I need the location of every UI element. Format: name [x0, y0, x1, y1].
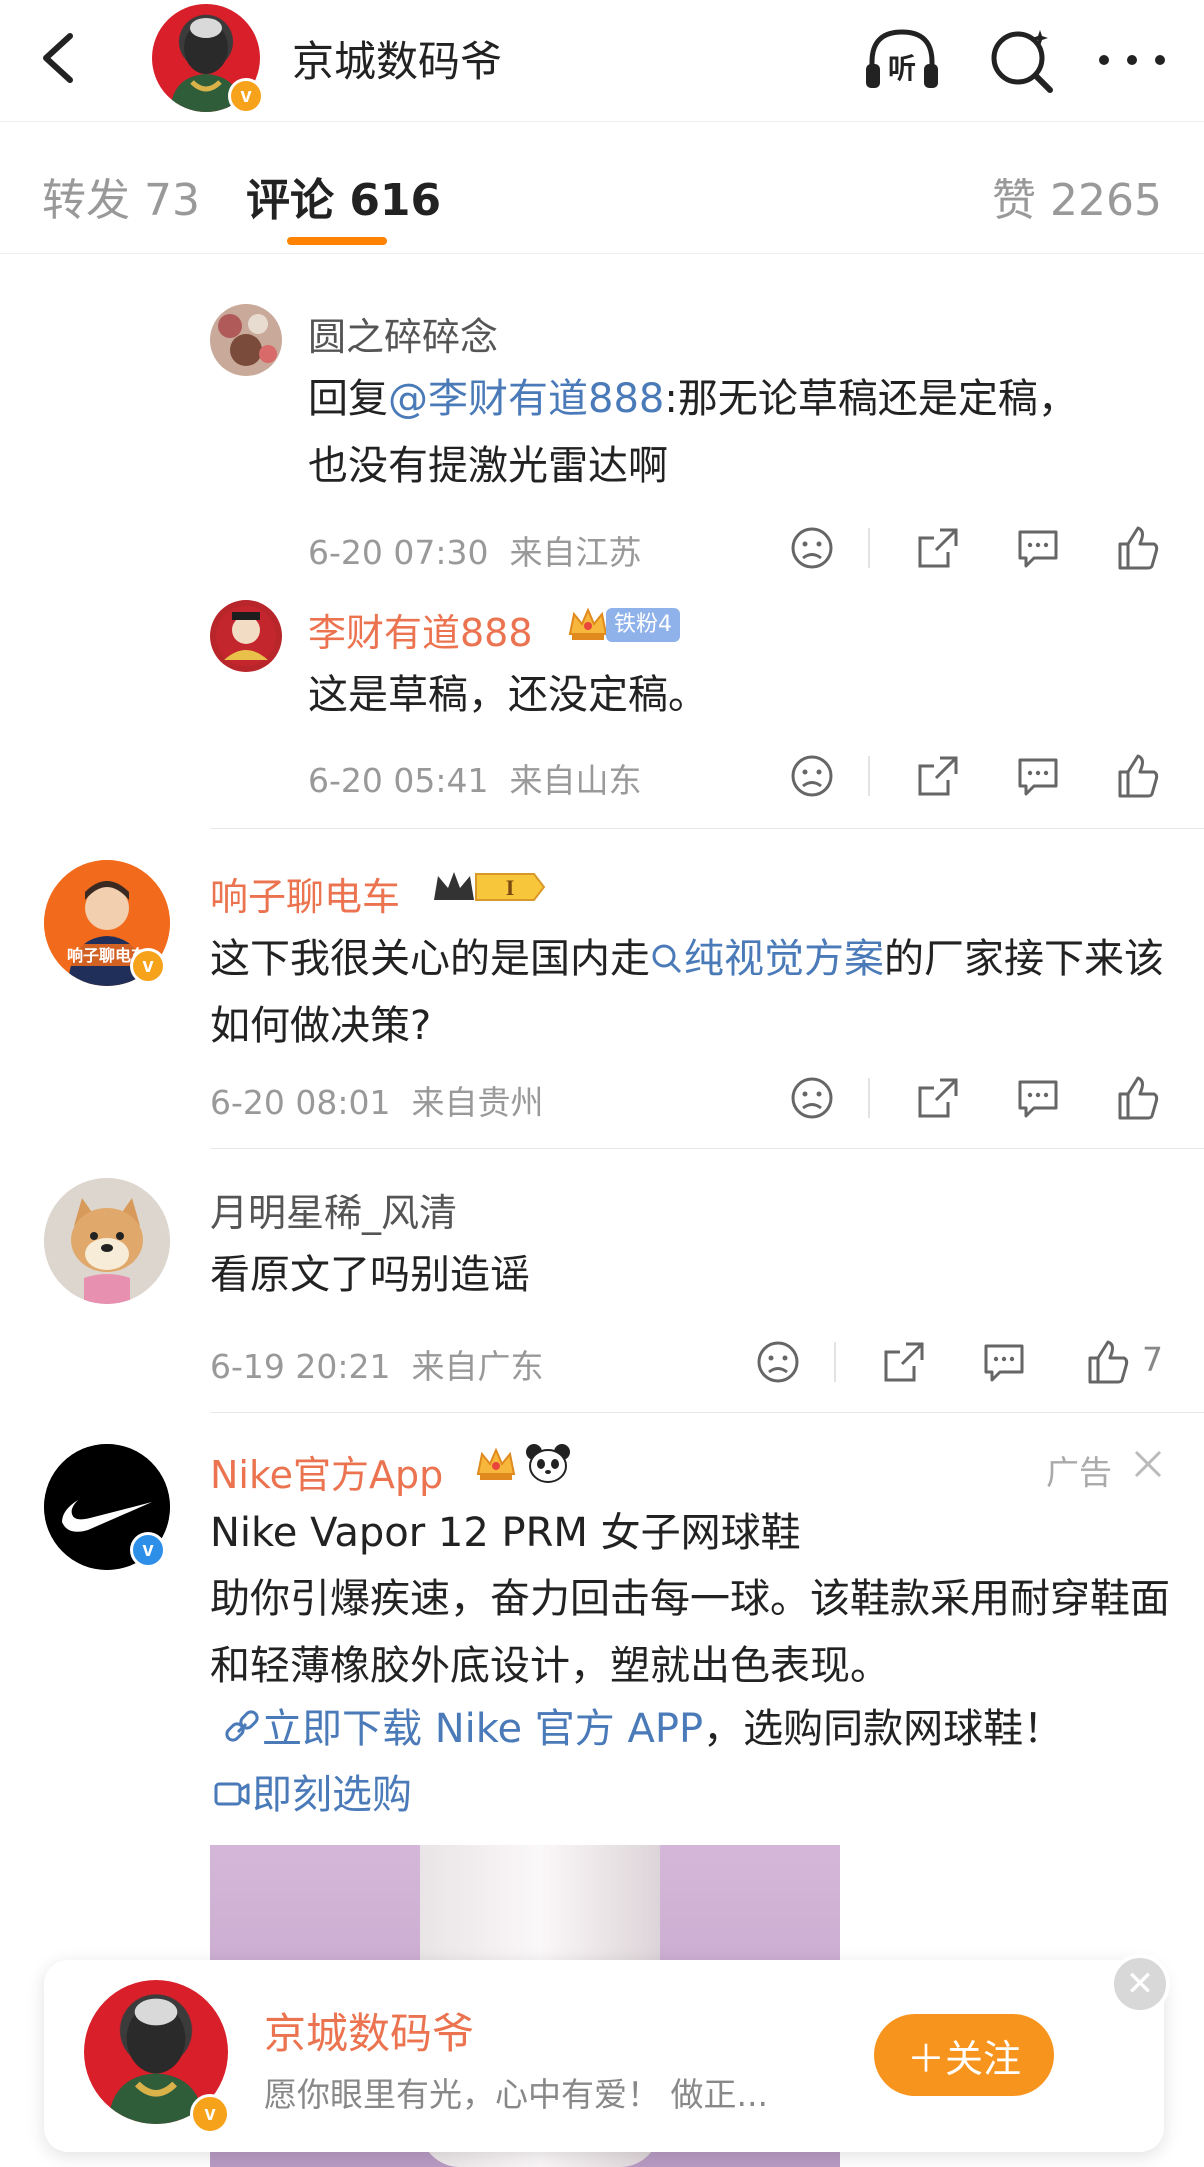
shop-now-label: 即刻选购 [252, 1772, 412, 1818]
verified-badge-icon: v [130, 948, 166, 984]
avatar[interactable] [44, 1178, 170, 1304]
divider [868, 1078, 870, 1118]
comment-username[interactable]: 月明星稀_风清 [210, 1182, 457, 1237]
back-arrow-icon[interactable] [32, 28, 86, 88]
search-icon [652, 944, 682, 974]
like-icon[interactable] [1112, 750, 1164, 802]
divider [868, 756, 870, 796]
reply-prefix: 回复 [308, 376, 388, 422]
like-count: 7 [1142, 1340, 1163, 1379]
search-icon[interactable] [980, 20, 1064, 100]
location: 来自贵州 [411, 1083, 544, 1122]
comment-icon[interactable] [1012, 750, 1064, 802]
location: 来自山东 [509, 761, 642, 800]
share-icon[interactable] [912, 750, 964, 802]
tab-reposts[interactable]: 转发 73 [42, 164, 200, 228]
action-bar: 7 [746, 1336, 1186, 1396]
timestamp: 6-20 07:30 [308, 533, 489, 572]
crown-icon [568, 607, 608, 640]
comment-text: 看原文了吗别造谣 [210, 1252, 530, 1298]
member-level-label: I [506, 875, 515, 900]
topic-link[interactable]: 纯视觉方案 [650, 936, 884, 982]
comment-text: 这下我很关心的是国内走 纯视觉方案的厂家接下来该如何做决策? [210, 926, 1170, 1060]
listen-label: 听 [888, 52, 916, 85]
verified-badge-icon: v [228, 78, 264, 114]
ad-link-line: 立即下载 Nike 官方 APP，选购同款网球鞋！ [222, 1696, 1182, 1763]
close-icon[interactable]: ✕ [1110, 1954, 1170, 2014]
location: 来自广东 [411, 1347, 544, 1386]
ad-username[interactable]: Nike官方App [210, 1444, 443, 1499]
action-bar [780, 750, 1180, 810]
comment-username[interactable]: 响子聊电车 [210, 866, 400, 921]
like-icon[interactable] [1112, 1072, 1164, 1124]
share-icon[interactable] [912, 522, 964, 574]
timestamp: 6-19 20:21 [210, 1347, 391, 1386]
reply-text: 回复@李财有道888:那无论草稿还是定稿，也没有提激光雷达啊 [308, 366, 1108, 500]
crown-icon [476, 1447, 516, 1480]
comment-meta: 6-19 20:21 来自广东 [210, 1340, 543, 1388]
dislike-icon[interactable] [752, 1336, 804, 1388]
download-link-label: 立即下载 Nike 官方 APP [262, 1706, 704, 1752]
tab-likes[interactable]: 赞 2265 [992, 164, 1162, 228]
ad-title: Nike Vapor 12 PRM 女子网球鞋 [210, 1510, 801, 1556]
follow-card: v 京城数码爷 愿你眼里有光，心中有爱！ 做正... ＋关注 ✕ [44, 1954, 1170, 2152]
follow-card-bio: 愿你眼里有光，心中有爱！ 做正... [264, 2075, 768, 2114]
more-options-icon[interactable] [1090, 20, 1174, 100]
header-title: 京城数码爷 [292, 37, 503, 86]
ad-body: 助你引爆疾速，奋力回击每一球。该鞋款采用耐穿鞋面和轻薄橡胶外底设计，塑就出色表现… [210, 1576, 1170, 1689]
panda-icon [526, 1444, 570, 1483]
comment-meta: 6-20 08:01 来自贵州 [210, 1076, 543, 1124]
action-bar [780, 1072, 1180, 1132]
location: 来自江苏 [509, 533, 642, 572]
reply-meta: 6-20 05:41 来自山东 [308, 754, 641, 802]
comment-icon[interactable] [1012, 522, 1064, 574]
ad-link-suffix: ，选购同款网球鞋！ [703, 1706, 1064, 1752]
share-icon[interactable] [912, 1072, 964, 1124]
avatar[interactable] [210, 600, 282, 672]
like-icon[interactable] [1082, 1336, 1134, 1388]
top-bar: v 京城数码爷 听 [0, 0, 1204, 122]
ad-tag: 广告 [1046, 1453, 1112, 1492]
reply-username[interactable]: 圆之碎碎念 [308, 306, 498, 361]
fan-level-badge: 铁粉4 [606, 608, 680, 642]
follow-card-name[interactable]: 京城数码爷 [264, 2000, 474, 2061]
reply-text: 这是草稿，还没定稿。 [308, 672, 708, 718]
reply-username[interactable]: 李财有道888 [308, 602, 533, 657]
listen-button[interactable]: 听 [860, 20, 944, 100]
dislike-icon[interactable] [786, 1072, 838, 1124]
video-icon [214, 1782, 250, 1806]
divider [210, 1412, 1204, 1413]
divider [210, 828, 1204, 829]
follow-button[interactable]: ＋关注 [874, 2014, 1054, 2096]
headphones-icon: 听 [866, 29, 938, 88]
dislike-icon[interactable] [786, 750, 838, 802]
shop-now-link[interactable]: 即刻选购 [212, 1762, 412, 1829]
share-icon[interactable] [878, 1336, 930, 1388]
download-link[interactable]: 立即下载 Nike 官方 APP [222, 1706, 703, 1752]
close-icon[interactable] [1128, 1444, 1168, 1484]
action-bar [780, 522, 1180, 582]
topic-label: 纯视觉方案 [684, 936, 884, 982]
link-icon [225, 1710, 259, 1742]
active-tab-indicator [287, 237, 387, 245]
tab-bar: 转发 73 评论 616 赞 2265 [0, 122, 1204, 254]
avatar[interactable] [210, 304, 282, 376]
divider [834, 1342, 836, 1382]
verified-badge-icon: v [130, 1532, 166, 1568]
divider [210, 1148, 1204, 1149]
tab-comments[interactable]: 评论 616 [246, 164, 441, 228]
reply-meta: 6-20 07:30 来自江苏 [308, 526, 641, 574]
mention-link[interactable]: @李财有道888 [388, 376, 664, 422]
verified-badge-icon: v [190, 2094, 230, 2134]
timestamp: 6-20 08:01 [210, 1083, 391, 1122]
like-icon[interactable] [1112, 522, 1164, 574]
comment-icon[interactable] [1012, 1072, 1064, 1124]
timestamp: 6-20 05:41 [308, 761, 489, 800]
comment-icon[interactable] [978, 1336, 1030, 1388]
member-level-icon: I [434, 872, 546, 901]
divider [868, 528, 870, 568]
dislike-icon[interactable] [786, 522, 838, 574]
comment-body: 这下我很关心的是国内走 [210, 936, 650, 982]
